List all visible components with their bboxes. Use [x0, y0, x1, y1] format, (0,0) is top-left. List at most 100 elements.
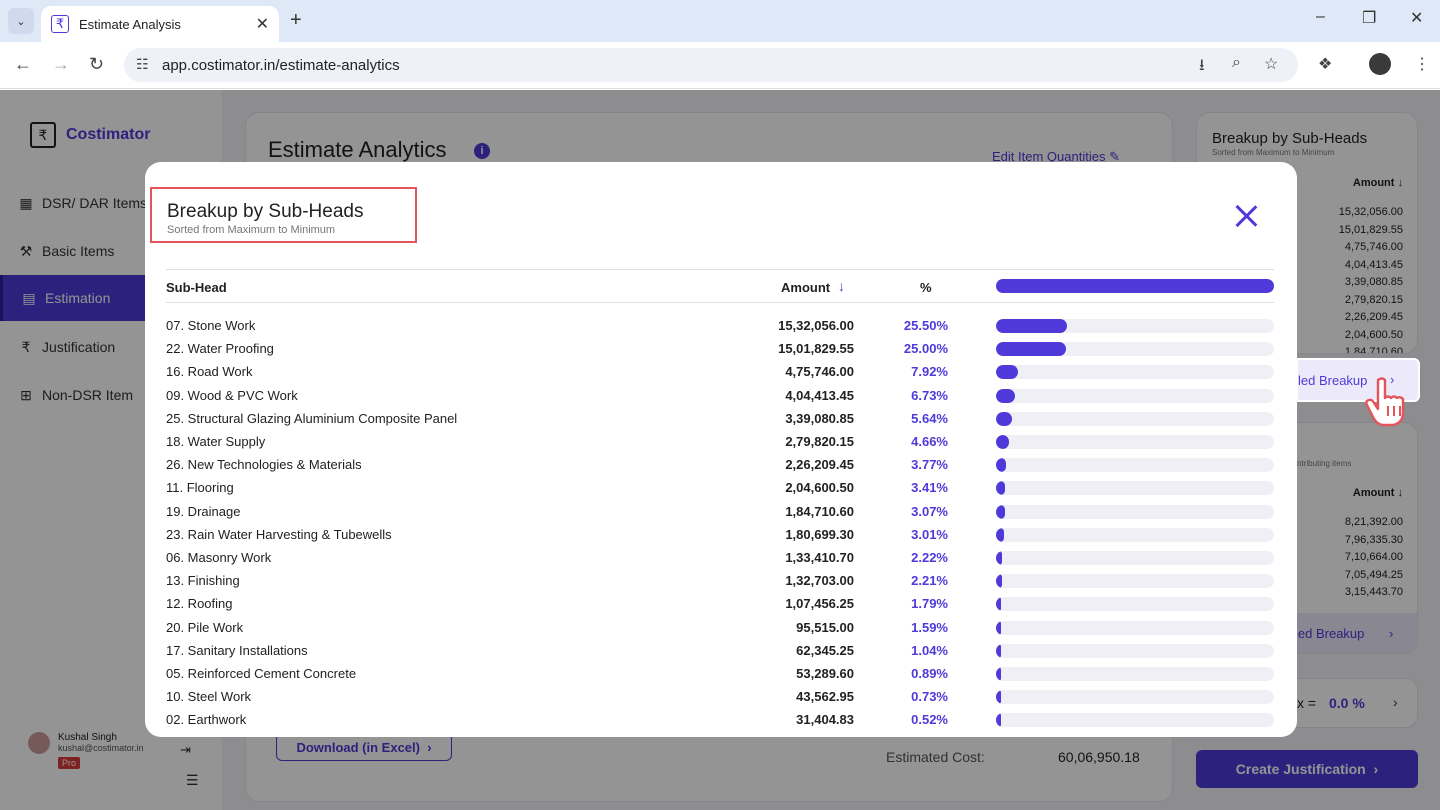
modal-header-highlight: Breakup by Sub-Heads Sorted from Maximum… — [150, 187, 417, 243]
subhead-name: 25. Structural Glazing Aluminium Composi… — [166, 410, 458, 426]
subhead-amount: 95,515.00 — [796, 619, 854, 635]
sort-down-arrow-icon[interactable]: ↓ — [838, 278, 845, 294]
pointer-hand-icon — [1365, 377, 1405, 427]
modal-title: Breakup by Sub-Heads — [167, 201, 364, 222]
table-row[interactable]: 12. Roofing 1,07,456.25 1.79% — [166, 592, 1274, 615]
table-row[interactable]: 20. Pile Work 95,515.00 1.59% — [166, 616, 1274, 639]
subhead-amount: 15,32,056.00 — [778, 318, 854, 333]
subhead-percent: 3.77% — [911, 457, 948, 473]
subhead-percent: 3.07% — [911, 503, 948, 519]
browser-tab[interactable]: ₹ Estimate Analysis ✕ — [41, 6, 279, 42]
subhead-name: 16. Road Work — [166, 364, 253, 380]
share-bar-fill — [996, 643, 1001, 658]
table-row[interactable]: 26. New Technologies & Materials 2,26,209… — [166, 453, 1274, 476]
subhead-percent: 2.21% — [911, 573, 948, 589]
table-row[interactable]: 16. Road Work 4,75,746.00 7.92% — [166, 360, 1274, 383]
subhead-name: 11. Flooring — [166, 480, 234, 496]
bookmark-star-icon[interactable]: ☆ — [1264, 54, 1278, 74]
subhead-percent: 5.64% — [911, 410, 948, 426]
back-icon[interactable]: ← — [14, 54, 32, 75]
reload-icon[interactable]: ↻ — [89, 54, 104, 75]
table-row[interactable]: 07. Stone Work 15,32,056.00 25.50% — [166, 314, 1274, 337]
subhead-amount: 1,33,410.70 — [785, 550, 854, 565]
table-row[interactable]: 09. Wood & PVC Work 4,04,413.45 6.73% — [166, 384, 1274, 407]
table-row[interactable]: 05. Reinforced Cement Concrete 53,289.60 0… — [166, 662, 1274, 685]
tab-search-chevron-icon[interactable]: ⌄ — [8, 8, 34, 34]
close-icon[interactable] — [1234, 204, 1258, 228]
subhead-amount: 15,01,829.55 — [778, 341, 854, 357]
subhead-percent: 0.89% — [911, 666, 948, 681]
subhead-name: 19. Drainage — [166, 503, 241, 519]
favicon-icon: ₹ — [51, 15, 69, 33]
browser-tab-bar: ⌄ ₹ Estimate Analysis ✕ + – ❐ ✕ — [0, 0, 1440, 42]
subhead-percent: 7.92% — [911, 364, 948, 380]
share-bar-track — [996, 667, 1274, 681]
browser-menu-icon[interactable]: ⋮ — [1414, 54, 1430, 74]
table-row[interactable]: 10. Steel Work 43,562.95 0.73% — [166, 685, 1274, 708]
share-bar-track — [996, 411, 1274, 426]
share-bar-fill — [996, 319, 1067, 333]
subhead-percent: 3.01% — [911, 526, 948, 542]
share-bar-fill — [996, 458, 1007, 473]
table-row[interactable]: 17. Sanitary Installations 62,345.25 1.04% — [166, 639, 1274, 662]
amount-column-header[interactable]: Amount — [781, 280, 830, 295]
share-bar-fill — [996, 342, 1066, 357]
table-row[interactable]: 11. Flooring 2,04,600.50 3.41% — [166, 476, 1274, 499]
share-bar-fill — [996, 690, 1001, 705]
subhead-amount: 2,04,600.50 — [785, 480, 854, 496]
table-row[interactable]: 02. Earthwork 31,404.83 0.52% — [166, 708, 1274, 731]
zoom-icon[interactable]: ⌕ — [1232, 54, 1241, 72]
share-bar-track — [996, 690, 1274, 705]
subhead-name: 18. Water Supply — [166, 434, 266, 449]
extensions-icon[interactable]: ❖ — [1318, 54, 1332, 74]
table-row[interactable]: 13. Finishing 1,32,703.00 2.21% — [166, 569, 1274, 592]
share-bar-track — [996, 388, 1274, 403]
subhead-amount: 1,07,456.25 — [785, 596, 854, 612]
new-tab-icon[interactable]: + — [290, 9, 302, 32]
table-row[interactable]: 06. Masonry Work 1,33,410.70 2.22% — [166, 546, 1274, 569]
subhead-percent: 0.52% — [911, 712, 948, 728]
site-settings-icon[interactable]: ☷ — [136, 56, 149, 73]
share-bar-track — [996, 458, 1274, 473]
subhead-amount: 4,04,413.45 — [785, 387, 854, 403]
subhead-percent: 1.79% — [911, 596, 948, 612]
share-bar-fill — [996, 481, 1006, 496]
table-row[interactable]: 22. Water Proofing 15,01,829.55 25.00% — [166, 337, 1274, 360]
share-bar-fill — [996, 551, 1003, 565]
subhead-name: 22. Water Proofing — [166, 341, 274, 357]
subhead-amount: 3,39,080.85 — [785, 410, 854, 426]
subhead-name: 26. New Technologies & Materials — [166, 457, 362, 473]
close-tab-icon[interactable]: ✕ — [256, 14, 269, 34]
subhead-amount: 43,562.95 — [796, 689, 854, 705]
subhead-name: 05. Reinforced Cement Concrete — [166, 666, 357, 681]
subhead-amount: 62,345.25 — [796, 642, 854, 658]
subhead-percent: 1.04% — [911, 642, 948, 658]
table-row[interactable]: 19. Drainage 1,84,710.60 3.07% — [166, 500, 1274, 523]
window-close-icon[interactable]: ✕ — [1410, 8, 1423, 28]
table-row[interactable]: 25. Structural Glazing Aluminium Composi… — [166, 407, 1274, 430]
url-omnibox[interactable]: ☷ app.costimator.in/estimate-analytics — [124, 48, 1298, 82]
share-bar-track — [996, 365, 1274, 380]
share-bar-track — [996, 481, 1274, 496]
tab-title: Estimate Analysis — [79, 16, 181, 32]
subhead-name: 12. Roofing — [166, 596, 233, 612]
share-bar-track — [996, 620, 1274, 635]
share-bar-fill — [996, 504, 1005, 519]
share-bar-fill — [996, 574, 1003, 589]
subhead-name: 07. Stone Work — [166, 318, 256, 333]
subhead-amount: 2,79,820.15 — [785, 434, 854, 449]
minimize-icon[interactable]: – — [1316, 8, 1325, 26]
share-bar-track — [996, 551, 1274, 565]
forward-icon[interactable]: → — [52, 54, 70, 75]
install-app-icon[interactable]: ⭳ — [1199, 54, 1205, 81]
profile-avatar[interactable] — [1369, 53, 1391, 75]
table-row[interactable]: 18. Water Supply 2,79,820.15 4.66% — [166, 430, 1274, 453]
table-row[interactable]: 23. Rain Water Harvesting & Tubewells 1,8… — [166, 523, 1274, 546]
share-bar-track — [996, 435, 1274, 449]
subhead-percent: 6.73% — [911, 387, 948, 403]
share-bar-track — [996, 574, 1274, 589]
subhead-name: 06. Masonry Work — [166, 550, 272, 565]
subhead-percent: 1.59% — [911, 619, 948, 635]
restore-icon[interactable]: ❐ — [1362, 8, 1376, 28]
share-bar-track — [996, 597, 1274, 612]
